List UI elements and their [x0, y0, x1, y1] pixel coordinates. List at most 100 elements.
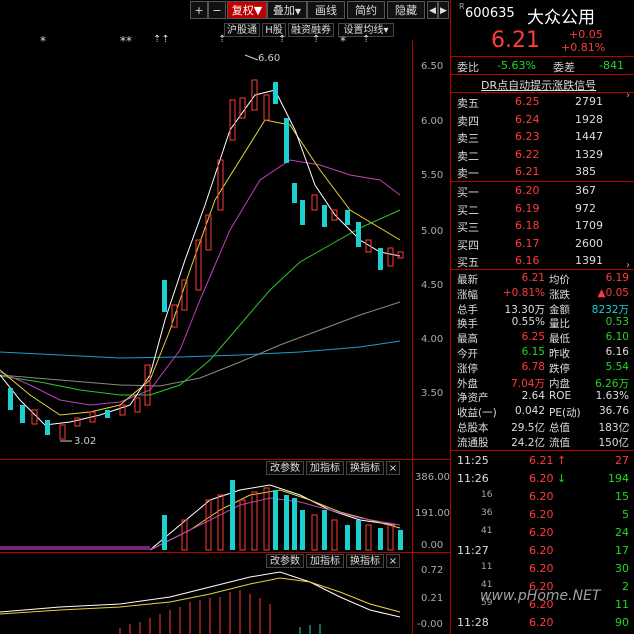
tick-row[interactable]: 36 6.20 5 — [457, 508, 629, 524]
dropdown-arrow-icon: ▼ — [253, 4, 263, 17]
quote-value: +0.81% — [502, 286, 545, 299]
quote-value: 0.042 — [514, 405, 545, 418]
rongzirongquan-button[interactable]: 融资融券 — [288, 23, 334, 37]
quote-value: 24.2亿 — [511, 436, 545, 449]
fuquan-button[interactable]: 复权▼ — [227, 1, 267, 19]
zoom-in-button[interactable]: + — [190, 1, 208, 19]
quote-value: 6.26万 — [595, 377, 629, 390]
scroll-right-icon[interactable]: › — [626, 420, 630, 431]
scroll-right-icon[interactable]: › — [626, 90, 630, 101]
quote-value: 6.19 — [605, 272, 629, 284]
jianyue-button[interactable]: 简约 — [347, 1, 385, 19]
bid-row[interactable]: 买四 6.17 2600 — [457, 237, 629, 253]
scroll-right-button[interactable]: ▶ — [438, 1, 449, 19]
price-axis-tick: 6.50 — [421, 61, 444, 72]
tick-row[interactable]: 41 6.20 24 — [457, 526, 629, 542]
candle — [181, 279, 188, 311]
panel-divider — [0, 459, 450, 460]
bid-price: 6.16 — [515, 254, 540, 267]
tick-row[interactable]: 11:25 6.21 ↑ 27 — [457, 454, 629, 470]
quote-value: 6.21 — [521, 272, 545, 284]
volume-axis-tick: 0.00 — [421, 540, 444, 551]
volume-chart[interactable] — [0, 470, 412, 552]
candle — [144, 364, 151, 406]
price-axis-tick: 5.00 — [421, 226, 444, 237]
quote-row: 今开 6.15 昨收 6.16 — [457, 346, 629, 362]
divider — [451, 450, 634, 451]
quote-value: 6.78 — [521, 360, 545, 373]
macd-chart[interactable] — [0, 562, 412, 634]
huaxian-button[interactable]: 画线 — [307, 1, 345, 19]
ask-price: 6.21 — [515, 165, 540, 178]
quote-label: 最新 — [457, 274, 478, 286]
candle — [322, 205, 327, 227]
ask-row[interactable]: 卖四 6.24 1928 — [457, 113, 629, 129]
tick-price: 6.20 — [529, 562, 554, 575]
ask-price: 6.22 — [515, 147, 540, 161]
quote-label: 净资产 — [457, 392, 489, 405]
tick-price: 6.21 — [529, 454, 554, 467]
quote-value: 1.63% — [595, 390, 629, 403]
bid-row[interactable]: 买五 6.16 1391 — [457, 254, 629, 270]
candle — [20, 405, 25, 423]
tick-price: 6.20 — [529, 508, 554, 521]
ask-level-label: 卖五 — [457, 97, 479, 110]
divider — [451, 181, 634, 182]
ask-level-label: 卖一 — [457, 167, 479, 180]
quote-label: 内盘 — [549, 377, 570, 390]
dr-signal-link[interactable]: DR点自动提示涨跌信号 — [481, 77, 596, 93]
candle — [217, 159, 224, 211]
quote-row: 换手 0.55% 量比 0.53 — [457, 316, 629, 332]
ask-price: 6.24 — [515, 112, 540, 126]
ask-row[interactable]: 卖三 6.23 1447 — [457, 130, 629, 146]
price-axis-tick: 4.00 — [421, 334, 444, 345]
volume-axis-tick: 191.00 — [415, 508, 450, 519]
ask-volume: 2791 — [575, 95, 603, 108]
quote-value: 0.55% — [511, 316, 545, 329]
ma60-line — [0, 301, 401, 387]
tick-row[interactable]: 11:27 6.20 17 — [457, 544, 629, 560]
tick-row[interactable]: 11:28 6.20 90 — [457, 616, 629, 632]
bid-row[interactable]: 买一 6.20 367 — [457, 184, 629, 200]
candle — [263, 94, 270, 121]
tick-row[interactable]: 11 6.20 30 — [457, 562, 629, 578]
price-change-pct: +0.81% — [561, 41, 606, 54]
ask-row[interactable]: 卖五 6.25 2791 — [457, 95, 629, 111]
macd-axis-tick: -0.00 — [417, 619, 443, 630]
bid-level-label: 买三 — [457, 221, 479, 234]
quote-label: 跌停 — [549, 362, 570, 375]
candle — [292, 183, 297, 203]
bid-row[interactable]: 买三 6.18 1709 — [457, 219, 629, 235]
quote-row: 涨幅 +0.81% 涨跌 ▲0.05 — [457, 287, 629, 303]
candle — [229, 99, 236, 141]
zoom-out-button[interactable]: − — [208, 1, 226, 19]
ask-row[interactable]: 卖一 6.21 385 — [457, 165, 629, 181]
candle — [284, 118, 289, 163]
candle — [162, 280, 167, 312]
bid-volume: 1709 — [575, 219, 603, 232]
yincang-button[interactable]: 隐藏 — [387, 1, 425, 19]
scroll-left-button[interactable]: ◀ — [427, 1, 438, 19]
quote-row: 涨停 6.78 跌停 5.54 — [457, 361, 629, 377]
quote-panel: R 600635 大众公用 6.21 +0.05 +0.81% 委比 -5.63… — [450, 0, 634, 634]
quote-label: 流通股 — [457, 436, 489, 449]
diejia-button[interactable]: 叠加▼ — [267, 1, 307, 19]
divider — [451, 269, 634, 270]
quote-value: 0.53 — [605, 316, 629, 329]
bid-row[interactable]: 买二 6.19 972 — [457, 202, 629, 218]
candlestick-chart[interactable] — [0, 40, 412, 460]
tick-row[interactable]: 16 6.20 15 — [457, 490, 629, 506]
quote-row: 外盘 7.04万 内盘 6.26万 — [457, 376, 629, 392]
macd-axis-tick: 0.21 — [421, 593, 444, 604]
quote-label: 换手 — [457, 318, 478, 331]
candle — [378, 248, 383, 270]
quote-value: 7.04万 — [511, 377, 545, 390]
candle — [397, 251, 404, 259]
divider — [451, 74, 634, 75]
hugutong-button[interactable]: 沪股通 — [224, 23, 260, 37]
quote-row: 净资产 2.64 ROE 1.63% — [457, 390, 629, 406]
ask-row[interactable]: 卖二 6.22 1329 — [457, 148, 629, 164]
scroll-right-icon[interactable]: › — [626, 260, 630, 271]
tick-row[interactable]: 11:26 6.20 ↓ 194 — [457, 472, 629, 488]
ask-volume: 1447 — [575, 130, 603, 143]
